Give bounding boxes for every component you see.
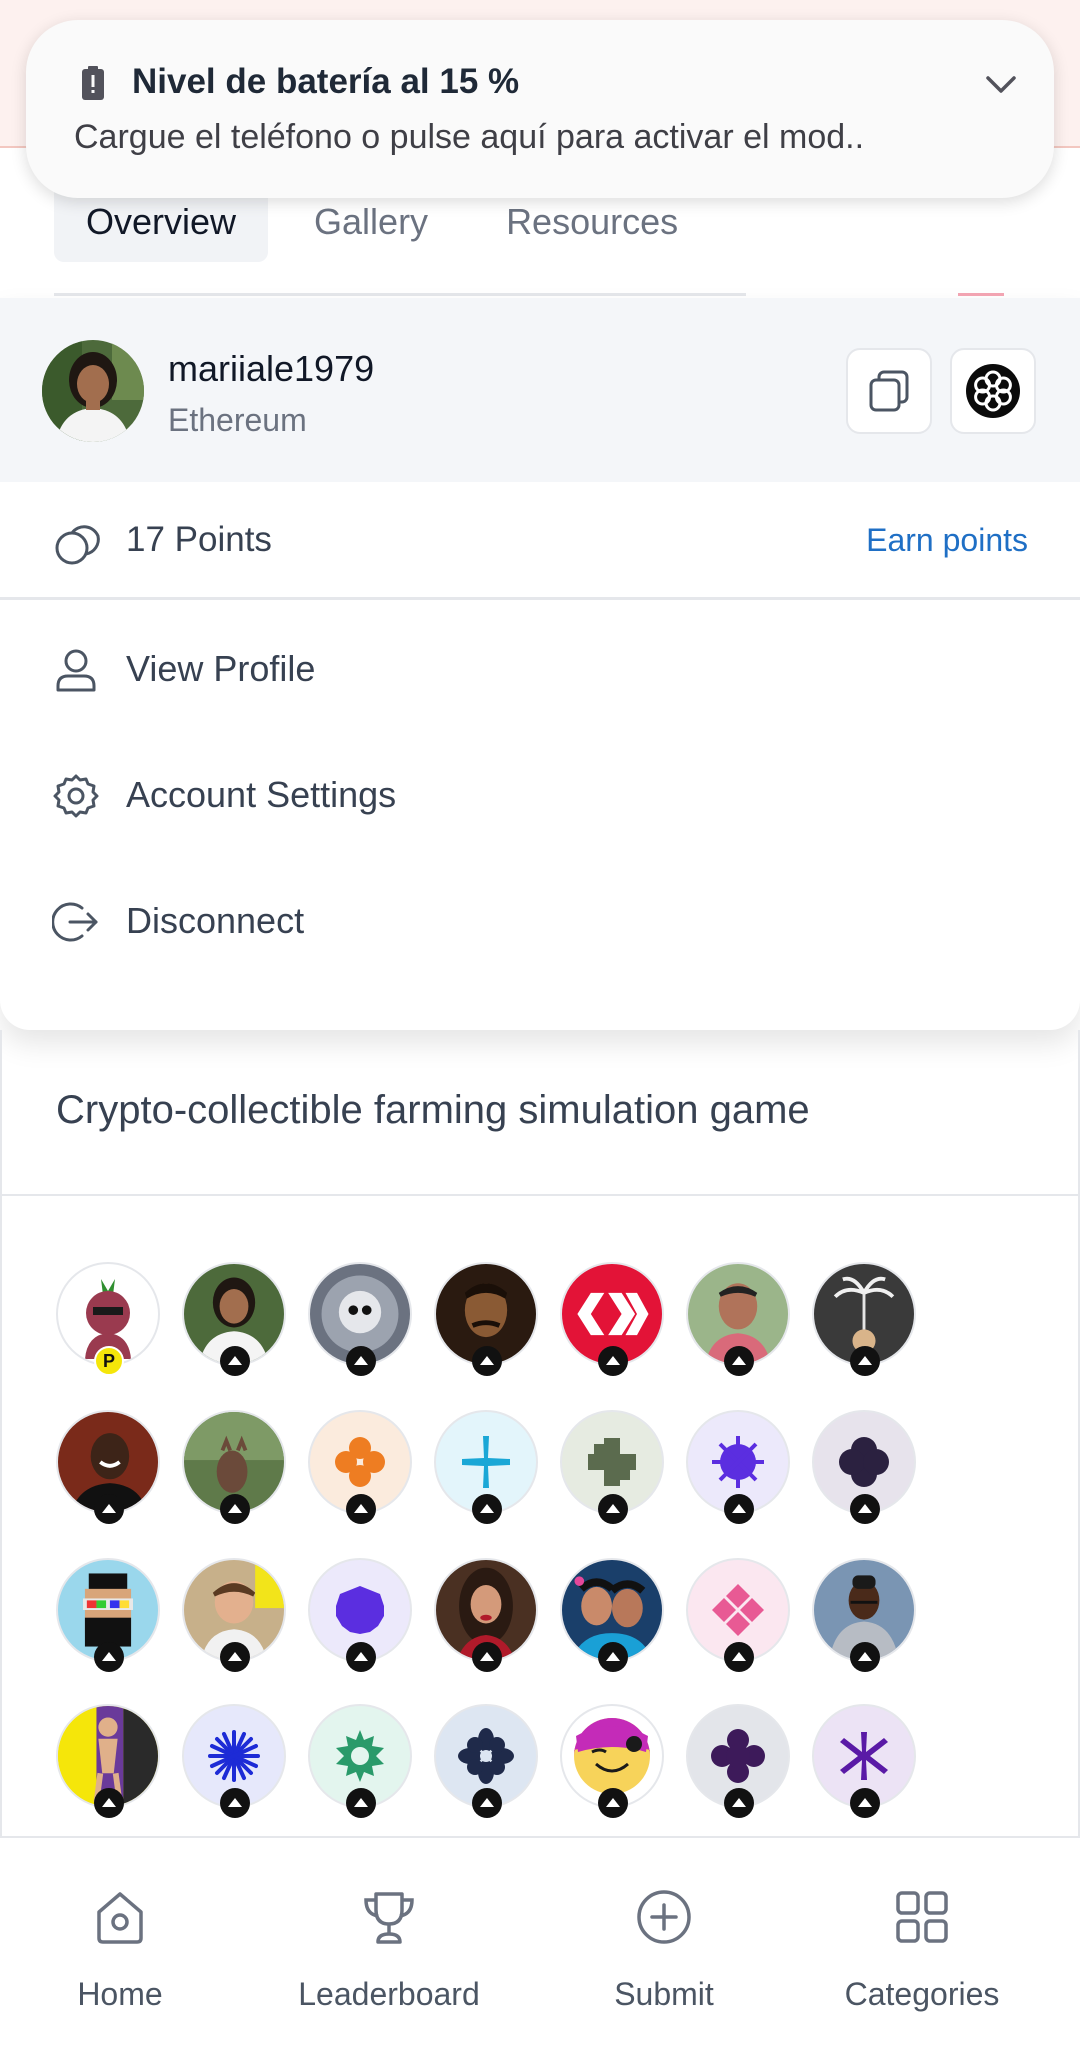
voter-avatar[interactable]	[182, 1558, 286, 1672]
nav-categories[interactable]: Categories	[822, 1838, 1022, 2047]
logout-icon	[52, 902, 98, 942]
gear-icon	[53, 774, 99, 818]
points-count: 17 Points	[126, 520, 272, 559]
voter-avatar[interactable]	[308, 1704, 412, 1818]
avatar	[42, 340, 144, 442]
grid-icon	[896, 1891, 948, 1943]
nav-submit[interactable]: Submit	[584, 1838, 744, 2047]
project-description-card: Crypto-collectible farming simulation ga…	[0, 1030, 1080, 1196]
voter-avatar[interactable]	[434, 1410, 538, 1524]
bottom-nav: Home Leaderboard Submit Categories	[0, 1836, 1080, 2047]
account-header: mariiale1979 Ethereum	[0, 298, 1080, 482]
voter-avatar[interactable]	[560, 1704, 664, 1818]
voter-avatar[interactable]	[182, 1704, 286, 1818]
voter-avatar[interactable]	[812, 1262, 916, 1376]
menu-item-disconnect[interactable]: Disconnect	[0, 858, 1080, 984]
voter-avatar[interactable]	[560, 1558, 664, 1672]
menu-item-view-profile[interactable]: View Profile	[0, 606, 1080, 732]
voter-avatar[interactable]	[812, 1410, 916, 1524]
earn-points-link[interactable]: Earn points	[866, 522, 1028, 559]
home-icon	[97, 1892, 143, 1944]
nav-leaderboard[interactable]: Leaderboard	[274, 1838, 504, 2047]
voter-avatar[interactable]	[56, 1558, 160, 1672]
battery-notification[interactable]: Nivel de batería al 15 % Cargue el teléf…	[26, 20, 1054, 198]
voter-avatar[interactable]	[434, 1262, 538, 1376]
voter-avatar[interactable]	[686, 1410, 790, 1524]
voter-avatar[interactable]	[56, 1410, 160, 1524]
account-username: mariiale1979	[168, 348, 375, 389]
menu-label-view-profile: View Profile	[126, 648, 316, 689]
menu-label-account-settings: Account Settings	[126, 774, 397, 815]
notification-title: Nivel de batería al 15 %	[132, 62, 520, 101]
voter-avatar[interactable]	[182, 1262, 286, 1376]
nav-label-home: Home	[77, 1976, 163, 2012]
voter-avatar[interactable]	[560, 1410, 664, 1524]
chevron-down-icon[interactable]	[978, 64, 1024, 104]
voter-avatar[interactable]	[182, 1410, 286, 1524]
voter-avatar[interactable]	[812, 1704, 916, 1818]
voter-avatar[interactable]	[686, 1704, 790, 1818]
flower-logo-icon	[966, 364, 1020, 418]
menu-label-disconnect: Disconnect	[126, 900, 305, 941]
project-description: Crypto-collectible farming simulation ga…	[56, 1088, 810, 1132]
voter-avatar[interactable]	[56, 1704, 160, 1818]
voter-avatar[interactable]	[686, 1558, 790, 1672]
voter-avatar[interactable]	[686, 1262, 790, 1376]
battery-alert-icon	[82, 66, 104, 100]
copy-icon	[869, 370, 909, 412]
nav-label-submit: Submit	[614, 1976, 714, 2012]
menu-item-account-settings[interactable]: Account Settings	[0, 732, 1080, 858]
voter-avatar[interactable]	[560, 1262, 664, 1376]
voter-avatar[interactable]	[434, 1558, 538, 1672]
voter-avatar[interactable]	[434, 1704, 538, 1818]
trophy-icon	[364, 1892, 414, 1944]
nav-label-categories: Categories	[844, 1976, 1000, 2012]
tab-indicator	[958, 293, 1004, 296]
coins-icon	[55, 525, 100, 565]
voter-avatar[interactable]	[308, 1410, 412, 1524]
voter-avatar[interactable]: P	[56, 1262, 160, 1376]
notification-body: Cargue el teléfono o pulse aquí para act…	[74, 118, 865, 156]
nav-label-leaderboard: Leaderboard	[298, 1976, 480, 2012]
points-row: 17 Points Earn points	[0, 482, 1080, 600]
plus-circle-icon	[637, 1890, 691, 1944]
voter-avatar[interactable]	[308, 1558, 412, 1672]
wallet-button[interactable]	[950, 348, 1036, 434]
user-icon	[56, 649, 96, 692]
voters-grid: P	[0, 1196, 1080, 1836]
voter-avatar[interactable]	[812, 1558, 916, 1672]
copy-address-button[interactable]	[846, 348, 932, 434]
nav-home[interactable]: Home	[40, 1838, 200, 2047]
account-menu: mariiale1979 Ethereum 17 Points Earn poi…	[0, 298, 1080, 1030]
voter-avatar[interactable]	[308, 1262, 412, 1376]
voter-badge-p: P	[94, 1346, 124, 1376]
tab-divider	[54, 293, 746, 296]
account-network: Ethereum	[168, 402, 307, 438]
